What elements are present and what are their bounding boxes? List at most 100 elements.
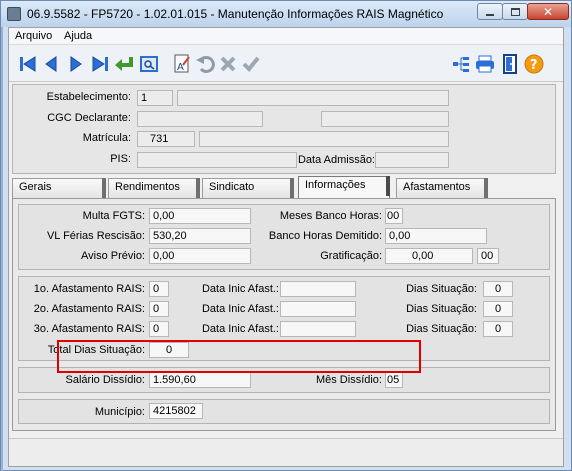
status-area <box>9 438 563 466</box>
afastamento-1-field[interactable]: 0 <box>149 281 169 297</box>
help-icon: ? <box>524 54 544 74</box>
tab-sindicato[interactable]: Sindicato <box>202 178 294 198</box>
client-area: Arquivo Ajuda A ? Estabelecimento: 1 CGC… <box>8 27 564 467</box>
svg-text:?: ? <box>530 58 538 73</box>
gratificacao-label: Gratificação: <box>320 250 382 262</box>
dias-situacao-2-label: Dias Situação: <box>406 303 477 315</box>
close-button[interactable]: ✕ <box>527 3 569 20</box>
last-icon <box>92 56 108 72</box>
cancel-button[interactable] <box>217 53 239 75</box>
info-values-group: Multa FGTS: 0,00 Meses Banco Horas: 00 V… <box>18 204 550 270</box>
application-window: 06.9.5582 - FP5720 - 1.02.01.015 - Manut… <box>0 0 572 471</box>
multa-fgts-label: Multa FGTS: <box>82 210 145 222</box>
meses-banco-horas-label: Meses Banco Horas: <box>279 210 382 222</box>
afastamento-2-label: 2o. Afastamento RAIS: <box>33 303 145 315</box>
window-frame <box>1 1 3 471</box>
confirm-icon <box>242 56 260 72</box>
vl-ferias-rescisao-label: VL Férias Rescisão: <box>46 230 145 242</box>
dias-situacao-1-field[interactable]: 0 <box>483 281 513 297</box>
next-record-button[interactable] <box>65 53 87 75</box>
aviso-previo-label: Aviso Prévio: <box>81 250 145 262</box>
dias-situacao-3-field[interactable]: 0 <box>483 321 513 337</box>
confirm-button[interactable] <box>240 53 262 75</box>
matricula-name-field <box>199 131 449 147</box>
municipio-field[interactable]: 4215802 <box>149 403 203 419</box>
matricula-field[interactable]: 731 <box>137 131 195 147</box>
estabelecimento-label: Estabelecimento: <box>46 91 131 103</box>
minimize-button[interactable] <box>477 3 503 20</box>
matricula-label: Matrícula: <box>82 132 131 144</box>
window-title: 06.9.5582 - FP5720 - 1.02.01.015 - Manut… <box>27 7 444 21</box>
help-button[interactable]: ? <box>523 53 545 75</box>
print-button[interactable] <box>474 53 496 75</box>
data-inic-afast-1-label: Data Inic Afast.: <box>201 283 279 295</box>
return-button[interactable] <box>113 53 135 75</box>
previous-icon <box>45 56 57 72</box>
app-icon <box>7 7 21 21</box>
data-inic-afast-3-field[interactable] <box>280 321 356 337</box>
gratificacao-field[interactable]: 0,00 <box>385 248 473 264</box>
toolbar: A ? <box>9 46 563 82</box>
data-inic-afast-1-field[interactable] <box>280 281 356 297</box>
exit-button[interactable] <box>499 53 521 75</box>
estabelecimento-name-field <box>177 90 449 106</box>
last-record-button[interactable] <box>89 53 111 75</box>
estabelecimento-field[interactable]: 1 <box>137 90 173 106</box>
menu-ajuda[interactable]: Ajuda <box>64 30 92 42</box>
edit-icon: A <box>174 54 190 73</box>
view-button[interactable] <box>138 53 160 75</box>
mes-dissidio-label: Mês Dissídio: <box>315 374 382 386</box>
maximize-icon <box>510 7 520 16</box>
undo-button[interactable] <box>194 53 216 75</box>
edit-button[interactable]: A <box>171 53 193 75</box>
municipio-group: Município: 4215802 <box>18 399 550 424</box>
vl-ferias-rescisao-field[interactable]: 530,20 <box>149 228 251 244</box>
highlight-box <box>57 340 421 373</box>
tab-strip: Gerais Rendimentos Sindicato Informações… <box>12 176 556 198</box>
data-inic-afast-3-label: Data Inic Afast.: <box>201 323 279 335</box>
pis-field[interactable] <box>137 152 297 168</box>
cgc-declarante-label: CGC Declarante: <box>47 112 131 124</box>
menu-bar: Arquivo Ajuda <box>9 28 563 45</box>
gratificacao-months-field[interactable]: 00 <box>477 248 499 264</box>
multa-fgts-field[interactable]: 0,00 <box>149 208 251 224</box>
first-icon <box>20 56 36 72</box>
salario-dissidio-label: Salário Dissídio: <box>65 374 145 386</box>
mes-dissidio-field[interactable]: 05 <box>385 372 403 388</box>
salario-dissidio-field[interactable]: 1.590,60 <box>149 372 251 388</box>
dias-situacao-3-label: Dias Situação: <box>406 323 477 335</box>
informacoes-panel: Multa FGTS: 0,00 Meses Banco Horas: 00 V… <box>12 198 556 431</box>
close-icon: ✕ <box>542 4 554 19</box>
data-inic-afast-2-field[interactable] <box>280 301 356 317</box>
previous-record-button[interactable] <box>40 53 62 75</box>
aviso-previo-field[interactable]: 0,00 <box>149 248 251 264</box>
banco-horas-demitido-field[interactable]: 0,00 <box>385 228 487 244</box>
first-record-button[interactable] <box>17 53 39 75</box>
banco-horas-demitido-label: Banco Horas Demitido: <box>268 230 382 242</box>
title-bar[interactable]: 06.9.5582 - FP5720 - 1.02.01.015 - Manut… <box>1 1 571 27</box>
next-icon <box>70 56 82 72</box>
cgc-declarante-field[interactable] <box>137 111 263 127</box>
data-admissao-field[interactable] <box>375 152 449 168</box>
afastamento-3-field[interactable]: 0 <box>149 321 169 337</box>
tree-button[interactable] <box>450 53 472 75</box>
cancel-icon <box>220 56 236 72</box>
header-panel: Estabelecimento: 1 CGC Declarante: Matrí… <box>12 84 556 174</box>
dias-situacao-1-label: Dias Situação: <box>406 283 477 295</box>
undo-icon <box>196 56 215 73</box>
dias-situacao-2-field[interactable]: 0 <box>483 301 513 317</box>
tab-rendimentos[interactable]: Rendimentos <box>108 178 200 198</box>
municipio-label: Município: <box>94 406 145 418</box>
meses-banco-horas-field[interactable]: 00 <box>385 208 403 224</box>
menu-arquivo[interactable]: Arquivo <box>15 30 52 42</box>
tab-informacoes[interactable]: Informações <box>298 176 390 198</box>
afastamento-1-label: 1o. Afastamento RAIS: <box>33 283 145 295</box>
return-icon <box>115 57 133 71</box>
afastamento-2-field[interactable]: 0 <box>149 301 169 317</box>
tab-afastamentos[interactable]: Afastamentos <box>396 178 488 198</box>
maximize-button[interactable] <box>502 3 528 20</box>
cgc-declarante-name-field <box>321 111 449 127</box>
pis-label: PIS: <box>110 153 131 165</box>
tab-gerais[interactable]: Gerais <box>12 178 106 198</box>
minimize-icon <box>486 13 494 16</box>
